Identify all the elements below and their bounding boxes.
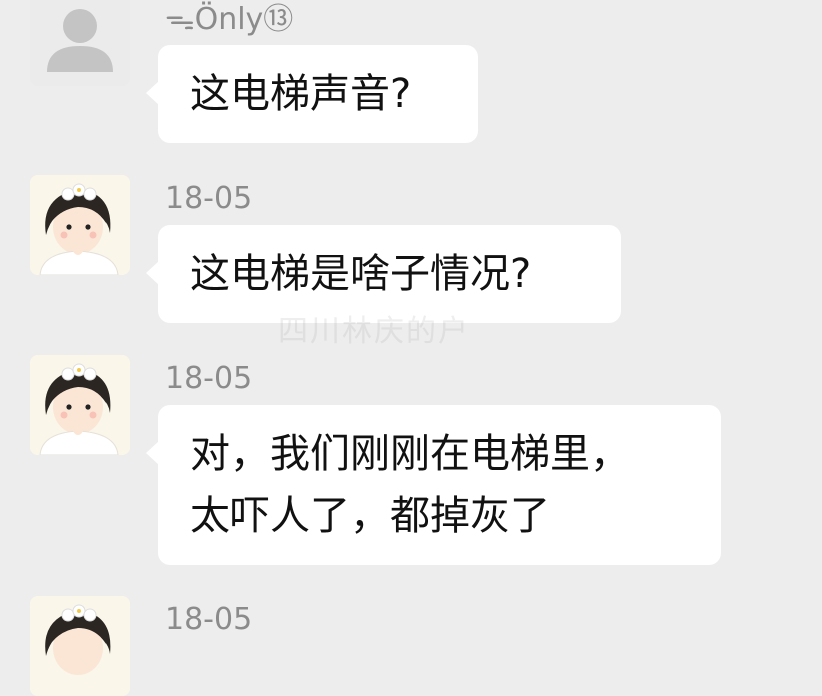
chat-window: ᯓÖnly⑬ 这电梯声音? 18-05 这电梯是啥子情况? 18-05 对，我们… bbox=[0, 0, 822, 696]
message-bubble[interactable]: 对，我们刚刚在电梯里， 太吓人了，都掉灰了 bbox=[146, 405, 721, 565]
watermark: 四川林庆的户 bbox=[278, 314, 470, 349]
message-bubble[interactable]: 这电梯声音? bbox=[146, 45, 478, 143]
avatar[interactable] bbox=[30, 175, 130, 275]
sender-name: ᯓÖnly⑬ bbox=[165, 2, 294, 37]
avatar[interactable] bbox=[30, 596, 130, 696]
default-user-icon bbox=[30, 0, 130, 86]
sender-name: 18-05 bbox=[165, 181, 253, 216]
sender-name: 18-05 bbox=[165, 602, 253, 637]
girl-avatar-icon bbox=[30, 596, 130, 696]
sender-name: 18-05 bbox=[165, 361, 253, 396]
girl-avatar-icon bbox=[30, 175, 130, 275]
avatar[interactable] bbox=[30, 355, 130, 455]
avatar[interactable] bbox=[30, 0, 130, 86]
girl-avatar-icon bbox=[30, 355, 130, 455]
